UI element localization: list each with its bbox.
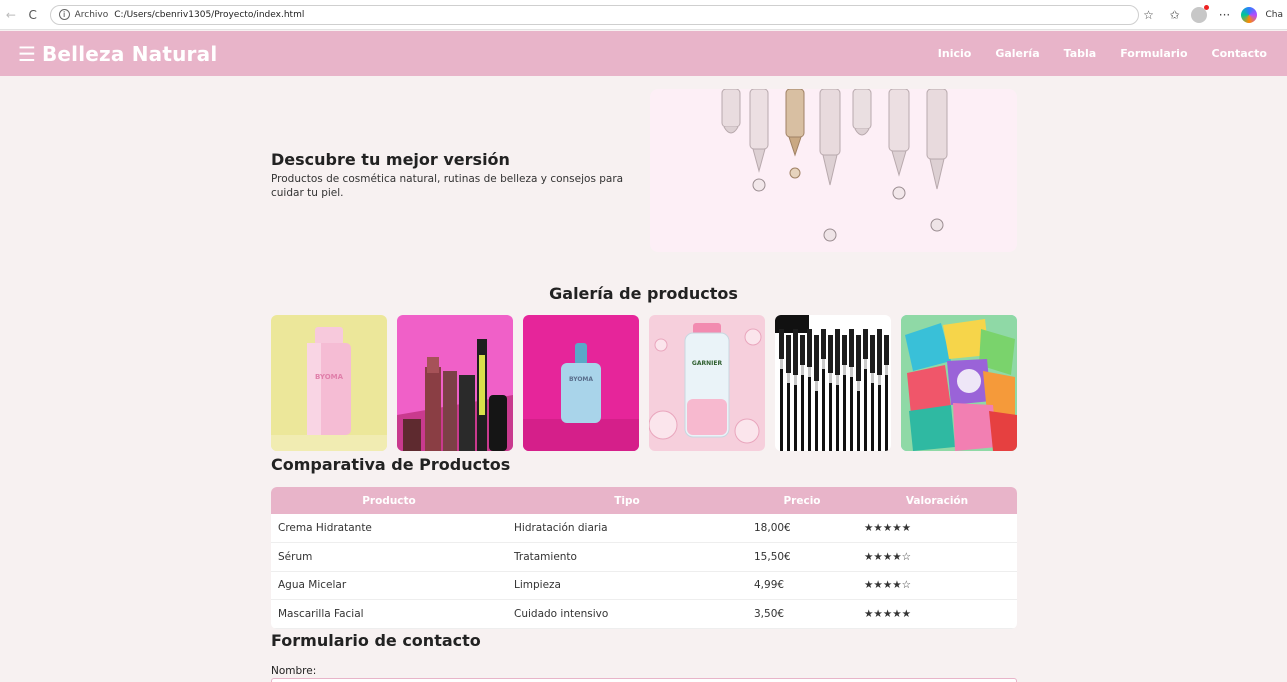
table-row: Crema Hidratante Hidratación diaria 18,0… (271, 514, 1017, 543)
name-label: Nombre: (271, 665, 317, 677)
form-title: Formulario de contacto (271, 631, 481, 650)
site-header: ☰ Belleza Natural Inicio Galería Tabla F… (0, 31, 1287, 76)
table-header-valoracion: Valoración (905, 494, 969, 507)
browser-toolbar: ← C i Archivo C:/Users/cbenriv1305/Proye… (0, 0, 1287, 30)
address-bar[interactable]: i Archivo C:/Users/cbenriv1305/Proyecto/… (49, 4, 1140, 25)
table-cell: 15,50€ (747, 542, 857, 572)
gallery-title: Galería de productos (549, 284, 738, 303)
rating-stars: ★★★★★ (857, 599, 1017, 629)
nav-link-contacto[interactable]: Contacto (1212, 47, 1267, 60)
gallery-item-label: GARNIER (692, 360, 723, 367)
table-title: Comparativa de Productos (271, 455, 511, 474)
gallery-item-makeup[interactable] (397, 315, 513, 451)
table-cell: 4,99€ (747, 571, 857, 600)
product-comparison-table: Producto Tipo Precio Valoración Crema Hi… (271, 487, 1017, 629)
hero-description: Productos de cosmética natural, rutinas … (271, 173, 624, 200)
rating-stars: ★★★★☆ (857, 542, 1017, 572)
copilot-label[interactable]: Cha (1265, 10, 1283, 20)
gallery-item-label: BYOMA (569, 376, 593, 383)
rating-stars: ★★★★☆ (857, 571, 1017, 600)
nav-link-inicio[interactable]: Inicio (938, 47, 972, 60)
nav-link-tabla[interactable]: Tabla (1064, 47, 1097, 60)
address-url: C:/Users/cbenriv1305/Proyecto/index.html (114, 9, 305, 20)
table-cell: 18,00€ (747, 514, 857, 543)
table-cell: Hidratación diaria (507, 514, 747, 543)
reload-icon[interactable]: C (22, 4, 44, 26)
table-cell: 3,50€ (747, 599, 857, 629)
more-options-icon[interactable]: ··· (1215, 6, 1233, 24)
table-row: Agua Micelar Limpieza 4,99€ ★★★★☆ (271, 571, 1017, 600)
profile-avatar-icon[interactable] (1191, 4, 1210, 23)
name-input[interactable] (271, 678, 1017, 682)
gallery-item-face-masks[interactable] (901, 315, 1017, 451)
favorite-star-icon[interactable]: ☆ (1139, 6, 1157, 24)
table-header-precio: Precio (783, 494, 821, 507)
hero-text: Descubre tu mejor versión Productos de c… (271, 150, 641, 200)
table-cell: Crema Hidratante (271, 514, 507, 543)
copilot-icon[interactable] (1241, 6, 1258, 23)
back-icon[interactable]: ← (0, 4, 22, 26)
gallery-item-brushes[interactable] (775, 315, 891, 451)
hero-image (650, 89, 1017, 252)
rating-stars: ★★★★★ (857, 514, 1017, 543)
brand-logo[interactable]: Belleza Natural (42, 42, 217, 66)
table-header-producto: Producto (362, 494, 416, 507)
gallery-item-garnier[interactable]: GARNIER (649, 315, 765, 451)
nav-link-formulario[interactable]: Formulario (1120, 47, 1187, 60)
table-cell: Sérum (271, 542, 507, 572)
main-nav: Inicio Galería Tabla Formulario Contacto (938, 47, 1267, 60)
gallery-item-label: BYOMA (315, 373, 344, 381)
table-cell: Cuidado intensivo (507, 599, 747, 629)
table-header-tipo: Tipo (614, 494, 640, 507)
table-cell: Agua Micelar (271, 571, 507, 600)
gallery-item-byoma-cream[interactable]: BYOMA (271, 315, 387, 451)
gallery-item-byoma-serum[interactable]: BYOMA (523, 315, 639, 451)
table-cell: Tratamiento (507, 542, 747, 572)
info-icon[interactable]: i (58, 9, 70, 20)
table-header-row: Producto Tipo Precio Valoración (271, 487, 1017, 514)
hero-title: Descubre tu mejor versión (271, 150, 510, 169)
table-cell: Limpieza (507, 571, 747, 600)
dropper-pipettes (721, 89, 948, 242)
gallery: BYOMA BYOMA GARNIER (271, 315, 1017, 451)
hamburger-menu-icon[interactable]: ☰ (18, 44, 36, 64)
table-row: Sérum Tratamiento 15,50€ ★★★★☆ (271, 542, 1017, 572)
table-cell: Mascarilla Facial (271, 599, 507, 629)
table-row: Mascarilla Facial Cuidado intensivo 3,50… (271, 599, 1017, 629)
favorites-list-icon[interactable]: ✩ (1165, 6, 1183, 24)
address-scheme: Archivo (74, 9, 109, 20)
nav-link-galeria[interactable]: Galería (995, 47, 1039, 60)
